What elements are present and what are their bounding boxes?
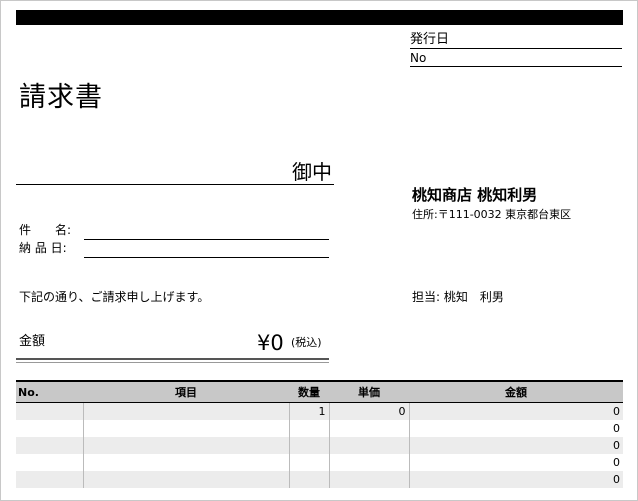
cell-item[interactable] xyxy=(82,420,289,437)
header-bar xyxy=(16,10,623,25)
table-header-row: No. 項目 数量 単価 金額 xyxy=(16,380,623,403)
cell-item[interactable] xyxy=(82,402,289,420)
table-row: 0 xyxy=(16,437,623,454)
cell-no[interactable] xyxy=(16,454,83,471)
cell-item[interactable] xyxy=(82,437,289,454)
cell-quantity[interactable]: 1 xyxy=(288,402,329,420)
recipient-name-line xyxy=(16,184,334,185)
column-header-unit-price: 単価 xyxy=(329,380,409,403)
column-header-quantity: 数量 xyxy=(289,380,329,403)
cell-item[interactable] xyxy=(82,471,289,488)
cell-quantity[interactable] xyxy=(288,471,329,488)
table-row: 0 xyxy=(16,420,623,437)
column-header-item: 項目 xyxy=(83,380,289,403)
cell-amount[interactable]: 0 xyxy=(408,420,623,437)
cell-unit-price[interactable] xyxy=(328,471,409,488)
cell-unit-price[interactable] xyxy=(328,454,409,471)
document-number-label: No xyxy=(410,50,622,67)
cell-amount[interactable]: 0 xyxy=(408,471,623,488)
cell-no[interactable] xyxy=(16,420,83,437)
delivery-date-field-line xyxy=(84,257,329,258)
billing-message: 下記の通り、ご請求申し上げます。 xyxy=(19,290,210,304)
table-row: 0 xyxy=(16,454,623,471)
column-header-amount: 金額 xyxy=(409,380,623,403)
amount-tax-note: (税込) xyxy=(291,336,322,349)
cell-amount[interactable]: 0 xyxy=(408,437,623,454)
issuer-address: 住所:〒111-0032 東京都台東区 xyxy=(412,208,572,221)
issuer-contact: 担当: 桃知 利男 xyxy=(412,290,504,304)
delivery-date-label: 納 品 日: xyxy=(19,241,67,255)
cell-item[interactable] xyxy=(82,454,289,471)
issuer-company: 桃知商店 桃知利男 xyxy=(412,186,538,204)
cell-quantity[interactable] xyxy=(288,437,329,454)
cell-amount[interactable]: 0 xyxy=(408,402,623,420)
cell-quantity[interactable] xyxy=(288,454,329,471)
subject-field-line xyxy=(84,239,329,240)
cell-unit-price[interactable]: 0 xyxy=(328,402,409,420)
table-row: 0 xyxy=(16,471,623,488)
subject-label: 件 名: xyxy=(19,223,72,237)
amount-label: 金額 xyxy=(19,334,46,349)
cell-no[interactable] xyxy=(16,437,83,454)
issue-date-label: 発行日 xyxy=(410,32,622,49)
amount-underline-secondary xyxy=(16,362,329,363)
amount-underline xyxy=(16,358,329,360)
cell-quantity[interactable] xyxy=(288,420,329,437)
recipient-honorific: 御中 xyxy=(292,160,332,184)
column-header-no: No. xyxy=(16,380,83,403)
cell-no[interactable] xyxy=(16,471,83,488)
cell-amount[interactable]: 0 xyxy=(408,454,623,471)
invoice-sheet: 発行日 No 請求書 御中 桃知商店 桃知利男 住所:〒111-0032 東京都… xyxy=(0,0,638,501)
cell-unit-price[interactable] xyxy=(328,420,409,437)
table-row: 1 0 0 xyxy=(16,402,623,420)
document-title: 請求書 xyxy=(19,82,103,113)
amount-total: ¥0 xyxy=(257,331,284,355)
cell-unit-price[interactable] xyxy=(328,437,409,454)
line-items-table: No. 項目 数量 単価 金額 1 0 0 0 0 0 0 xyxy=(16,380,623,488)
cell-no[interactable] xyxy=(16,402,83,420)
